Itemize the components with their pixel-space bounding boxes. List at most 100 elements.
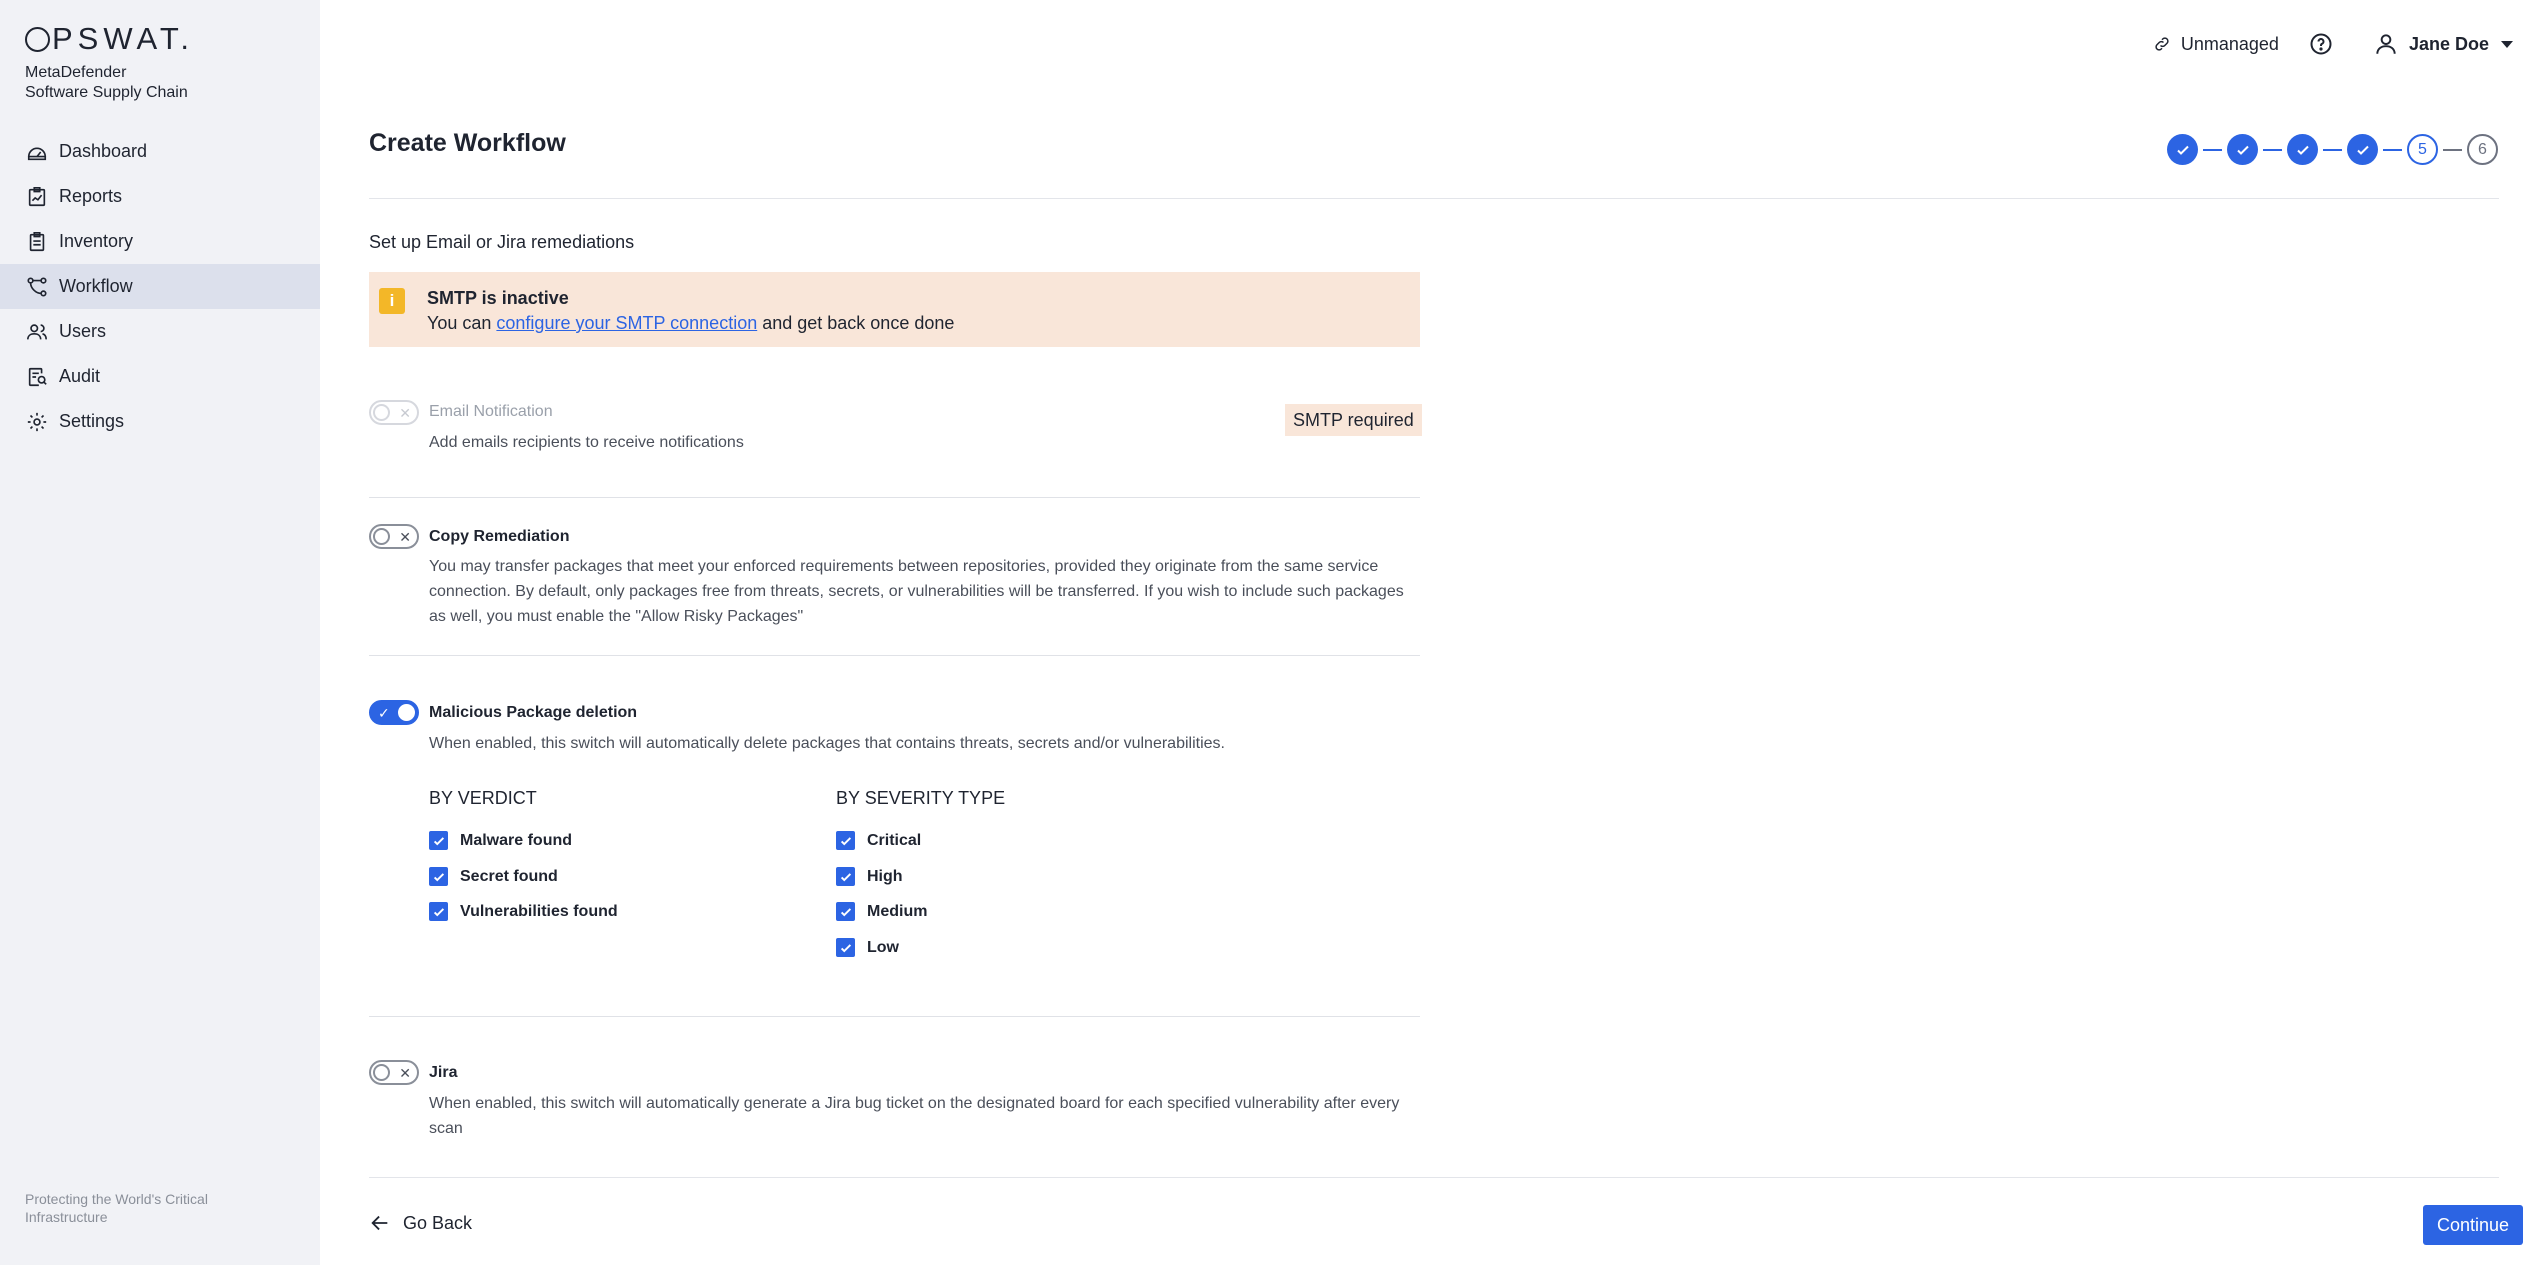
sidebar-item-users[interactable]: Users — [0, 309, 320, 354]
help-icon — [2310, 33, 2332, 55]
divider — [369, 497, 1420, 498]
sidebar-item-audit[interactable]: Audit — [0, 354, 320, 399]
help-button[interactable] — [2309, 32, 2343, 56]
opswat-logo[interactable]: PSWAT. — [25, 21, 194, 56]
sidebar-item-dashboard[interactable]: Dashboard — [0, 129, 320, 174]
email-notification-description: Add emails recipients to receive notific… — [429, 434, 744, 451]
configure-smtp-link[interactable]: configure your SMTP connection — [496, 313, 757, 333]
step-5-current: 5 — [2407, 134, 2438, 165]
sidebar-item-inventory[interactable]: Inventory — [0, 219, 320, 264]
audit-icon — [25, 365, 49, 389]
go-back-label: Go Back — [403, 1212, 473, 1233]
alert-title: SMTP is inactive — [427, 288, 569, 308]
user-menu[interactable]: Jane Doe — [2373, 31, 2513, 57]
checkbox-high[interactable]: High — [836, 867, 903, 886]
close-icon: ✕ — [399, 405, 411, 421]
checkbox-label: Secret found — [460, 867, 558, 885]
sidebar-item-label: Settings — [59, 411, 125, 431]
logo-o-mark — [25, 27, 50, 52]
email-notification-toggle[interactable]: ✕ — [369, 400, 419, 425]
checkbox-checked-icon — [429, 831, 448, 850]
copy-remediation-description: You may transfer packages that meet your… — [429, 558, 1404, 625]
checkbox-malware-found[interactable]: Malware found — [429, 831, 572, 850]
sidebar-item-label: Inventory — [59, 231, 134, 251]
checkbox-checked-icon — [836, 902, 855, 921]
sidebar-item-label: Reports — [59, 186, 123, 206]
checkbox-label: Medium — [867, 902, 928, 920]
checkbox-medium[interactable]: Medium — [836, 902, 927, 921]
divider — [369, 198, 2499, 199]
users-icon — [25, 320, 49, 344]
topbar: Unmanaged Jane Doe — [2123, 0, 2545, 88]
sidebar-item-workflow[interactable]: Workflow — [0, 264, 320, 309]
checkbox-checked-icon — [836, 831, 855, 850]
step-connector — [2323, 148, 2342, 151]
checkbox-vulnerabilities-found[interactable]: Vulnerabilities found — [429, 902, 618, 921]
checkbox-low[interactable]: Low — [836, 938, 899, 957]
malicious-package-title: Malicious Package deletion — [429, 704, 638, 721]
checkbox-critical[interactable]: Critical — [836, 831, 921, 850]
close-icon: ✕ — [399, 1065, 411, 1081]
checkbox-label: Low — [867, 938, 899, 956]
workflow-icon — [25, 275, 49, 299]
step-6-pending: 6 — [2467, 134, 2498, 165]
page-title: Create Workflow — [369, 129, 566, 157]
checkbox-secret-found[interactable]: Secret found — [429, 867, 558, 886]
sidebar-item-label: Users — [59, 321, 107, 341]
toggle-knob — [373, 528, 390, 545]
stepper: 5 6 — [2167, 134, 2498, 165]
reports-icon — [25, 185, 49, 209]
checkbox-label: Vulnerabilities found — [460, 902, 618, 920]
checkbox-label: Malware found — [460, 831, 573, 849]
toggle-knob — [373, 404, 390, 421]
sidebar-item-reports[interactable]: Reports — [0, 174, 320, 219]
settings-icon — [25, 410, 49, 434]
sidebar-item-label: Audit — [59, 366, 101, 386]
sidebar-item-settings[interactable]: Settings — [0, 399, 320, 444]
checkbox-label: Critical — [867, 831, 922, 849]
dashboard-icon — [25, 140, 49, 164]
toggle-knob — [398, 704, 415, 721]
section-title: Set up Email or Jira remediations — [369, 232, 635, 252]
copy-remediation-toggle[interactable]: ✕ — [369, 524, 419, 549]
step-connector — [2263, 148, 2282, 151]
checkbox-checked-icon — [429, 902, 448, 921]
divider — [369, 1177, 2499, 1178]
smtp-required-badge: SMTP required — [1285, 404, 1422, 436]
sidebar: PSWAT. MetaDefender Software Supply Chai… — [0, 0, 320, 1265]
continue-button[interactable]: Continue — [2423, 1205, 2523, 1245]
step-connector — [2203, 148, 2222, 151]
divider — [369, 1016, 1420, 1017]
step-2-complete — [2227, 134, 2258, 165]
info-icon: i — [379, 288, 405, 314]
logo-text: PSWAT. — [52, 21, 194, 56]
jira-toggle[interactable]: ✕ — [369, 1060, 419, 1085]
check-icon — [2296, 145, 2309, 155]
unmanaged-link[interactable]: Unmanaged — [2153, 34, 2279, 55]
link-icon — [2155, 37, 2169, 51]
sidebar-nav: Dashboard Reports Inventory Workflow Use… — [0, 129, 320, 444]
step-3-complete — [2287, 134, 2318, 165]
close-icon: ✕ — [399, 529, 411, 545]
user-name: Jane Doe — [2408, 33, 2489, 54]
unmanaged-label: Unmanaged — [2180, 33, 2279, 54]
by-verdict-title: BY VERDICT — [429, 788, 537, 808]
check-icon: ✓ — [378, 705, 390, 721]
alert-text: You can configure your SMTP connection a… — [427, 310, 954, 336]
malicious-package-deletion-toggle[interactable]: ✓ — [369, 700, 419, 725]
inventory-icon — [25, 230, 49, 254]
sidebar-item-label: Workflow — [59, 276, 133, 296]
alert-text-before: You can — [427, 313, 497, 333]
step-connector — [2383, 148, 2402, 151]
by-severity-title: BY SEVERITY TYPE — [836, 788, 1006, 808]
product-line-1: MetaDefender — [25, 64, 127, 81]
checkbox-label: High — [867, 867, 903, 885]
product-line-2: Software Supply Chain — [25, 84, 188, 101]
brand: PSWAT. MetaDefender Software Supply Chai… — [25, 21, 194, 103]
step-4-complete — [2347, 134, 2378, 165]
check-icon — [2356, 145, 2369, 155]
chevron-down-icon — [2501, 40, 2513, 48]
go-back-button[interactable]: Go Back — [369, 1212, 472, 1234]
jira-description: When enabled, this switch will automatic… — [429, 1095, 1400, 1137]
sidebar-item-label: Dashboard — [59, 141, 148, 161]
